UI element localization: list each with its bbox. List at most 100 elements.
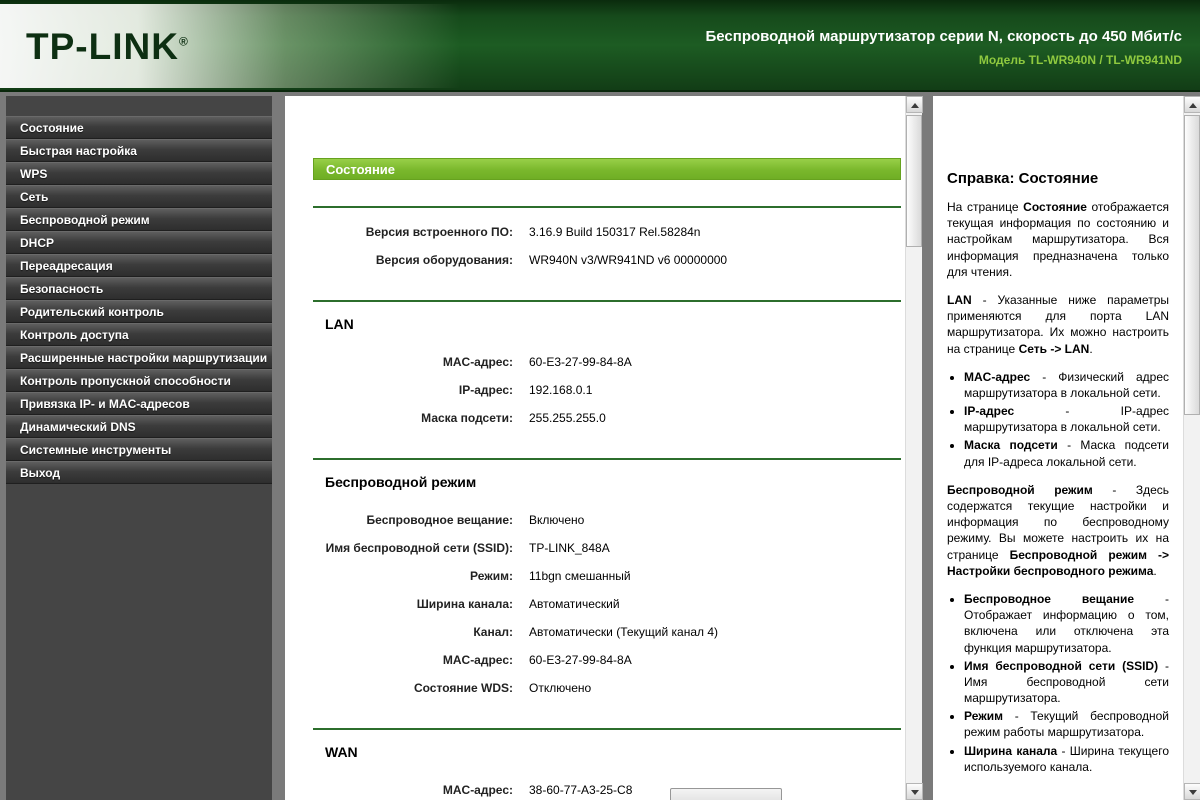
row-value: 255.255.255.0 [529,411,606,425]
sidebar-item-13[interactable]: Динамический DNS [6,415,272,438]
page-title: Состояние [313,158,901,180]
row-value: 60-E3-27-99-84-8A [529,355,632,369]
help-bullet-item: Имя беспроводной сети (SSID) - Имя беспр… [964,658,1169,707]
help-scrollbar[interactable] [1183,96,1200,800]
router-model: Модель TL-WR940N / TL-WR941ND [978,53,1182,67]
help-bullet-item: MAC-адрес - Физический адрес маршрутизат… [964,369,1169,401]
section-divider [313,728,901,730]
section-heading: Беспроводной режим [325,474,477,490]
table-row: Версия оборудования: WR940N v3/WR941ND v6… [313,246,901,274]
sidebar-item-2[interactable]: WPS [6,162,272,185]
sidebar-item-0[interactable]: Состояние [6,116,272,139]
row-value: 38-60-77-A3-25-C8 [529,783,633,797]
row-label: IP-адрес: [458,383,513,397]
arrow-up-icon [911,103,919,108]
tp-link-logo: TP-LINK® [26,26,189,67]
arrow-down-icon [911,790,919,795]
help-bullet-item: Беспроводное вещание - Отображает информ… [964,591,1169,656]
header: TP-LINK® Беспроводной маршрутизатор сери… [0,0,1200,92]
row-value: 60-E3-27-99-84-8A [529,653,632,667]
arrow-up-icon [1189,103,1197,108]
table-row: IP-адрес: 192.168.0.1 [313,376,901,404]
main-scrollbar[interactable] [905,96,923,800]
row-value: Отключено [529,681,592,695]
scroll-up-button[interactable] [906,96,923,113]
help-bullet-item: Режим - Текущий беспроводной режим работ… [964,708,1169,740]
arrow-down-icon [1189,790,1197,795]
sidebar-item-12[interactable]: Привязка IP- и MAC-адресов [6,392,272,415]
help-paragraph: LAN - Указанные ниже параметры применяют… [947,292,1169,356]
help-panel: Справка: Состояние На странице Состояние… [933,96,1183,800]
table-row: Маска подсети: 255.255.255.0 [313,404,901,432]
row-value: TP-LINK_848A [529,541,610,555]
table-row: MAC-адрес: 38-60-77-A3-25-C8 [313,776,901,800]
row-label: Состояние WDS: [413,681,513,695]
registered-mark: ® [178,34,189,49]
scroll-up-button[interactable] [1184,96,1200,113]
help-title: Справка: Состояние [947,170,1099,187]
row-label: MAC-адрес: [442,653,513,667]
row-value: Автоматически (Текущий канал 4) [529,625,719,639]
help-paragraph: Беспроводной режим - Здесь содержатся те… [947,482,1169,578]
help-scrollbar-thumb[interactable] [1184,115,1200,415]
sidebar-item-3[interactable]: Сеть [6,185,272,208]
help-paragraph: На странице Состояние отображается текущ… [947,200,1169,279]
table-row: Беспроводное вещание: Включено [313,506,901,534]
table-row: MAC-адрес: 60-E3-27-99-84-8A [313,646,901,674]
row-label: Имя беспроводной сети (SSID): [325,541,513,555]
section-divider [313,458,901,460]
row-label: Маска подсети: [421,411,513,425]
row-value: 192.168.0.1 [529,383,593,397]
row-value: WR940N v3/WR941ND v6 00000000 [529,253,728,267]
sidebar-item-5[interactable]: DHCP [6,231,272,254]
wan-action-button-partial[interactable] [670,788,782,800]
section-lan: LAN MAC-адрес: 60-E3-27-99-84-8A IP-адрес: 1… [313,300,901,432]
table-row: Режим: 11bgn смешанный [313,562,901,590]
help-bullet-item: Ширина канала - Ширина текущего использу… [964,743,1169,775]
section-wireless: Беспроводной режим Беспроводное вещание: В… [313,458,901,702]
sidebar-item-9[interactable]: Контроль доступа [6,323,272,346]
sidebar-item-7[interactable]: Безопасность [6,277,272,300]
row-value: Автоматический [529,597,620,611]
row-label: Беспроводное вещание: [366,513,513,527]
help-bullet-list: MAC-адрес - Физический адрес маршрутизат… [947,369,1169,470]
section-divider [313,300,901,302]
row-value: 3.16.9 Build 150317 Rel.58284n [529,225,701,239]
section-wan: WANMAC-адрес:38-60-77-A3-25-C8IP-адрес:1… [313,728,901,800]
table-row: Версия встроенного ПО: 3.16.9 Build 15031… [313,218,901,246]
row-label: Режим: [470,569,513,583]
scroll-down-button[interactable] [1184,783,1200,800]
table-row: MAC-адрес: 60-E3-27-99-84-8A [313,348,901,376]
table-row: Ширина канала: Автоматический [313,590,901,618]
main-panel: Состояние Версия встроенного ПО: 3.16.9 B… [285,96,905,800]
table-row: Состояние WDS: Отключено [313,674,901,702]
help-bullet-item: IP-адрес - IP-адрес маршрутизатора в лок… [964,403,1169,435]
table-row: Канал: Автоматически (Текущий канал 4) [313,618,901,646]
help-bullet-item: Маска подсети - Маска подсети для IP-адр… [964,437,1169,469]
row-label: Версия оборудования: [375,253,513,267]
sidebar-item-1[interactable]: Быстрая настройка [6,139,272,162]
sidebar-item-14[interactable]: Системные инструменты [6,438,272,461]
sidebar-item-11[interactable]: Контроль пропускной способности [6,369,272,392]
row-label: MAC-адрес: [442,355,513,369]
row-value: Включено [529,513,585,527]
sidebar-item-15[interactable]: Выход [6,461,272,484]
router-series-title: Беспроводной маршрутизатор серии N, скор… [705,28,1182,45]
help-bullet-list: Беспроводное вещание - Отображает информ… [947,591,1169,775]
section-heading: LAN [325,316,354,332]
main-scrollbar-thumb[interactable] [906,115,922,247]
logo-zone: TP-LINK® [0,4,460,88]
sidebar-item-8[interactable]: Родительский контроль [6,300,272,323]
section-heading: WAN [325,744,358,760]
row-label: Ширина канала: [416,597,513,611]
scroll-down-button[interactable] [906,783,923,800]
sidebar-menu: Состояние Быстрая настройка WPS Сеть Беспров… [6,96,272,800]
row-value: 11bgn смешанный [529,569,631,583]
row-label: MAC-адрес: [442,783,513,797]
table-row: Имя беспроводной сети (SSID): TP-LINK_848… [313,534,901,562]
sidebar-item-6[interactable]: Переадресация [6,254,272,277]
sidebar-item-4[interactable]: Беспроводной режим [6,208,272,231]
section-firmware: Версия встроенного ПО: 3.16.9 Build 15031… [313,206,901,274]
row-label: Канал: [473,625,513,639]
sidebar-item-10[interactable]: Расширенные настройки маршрутизации [6,346,272,369]
